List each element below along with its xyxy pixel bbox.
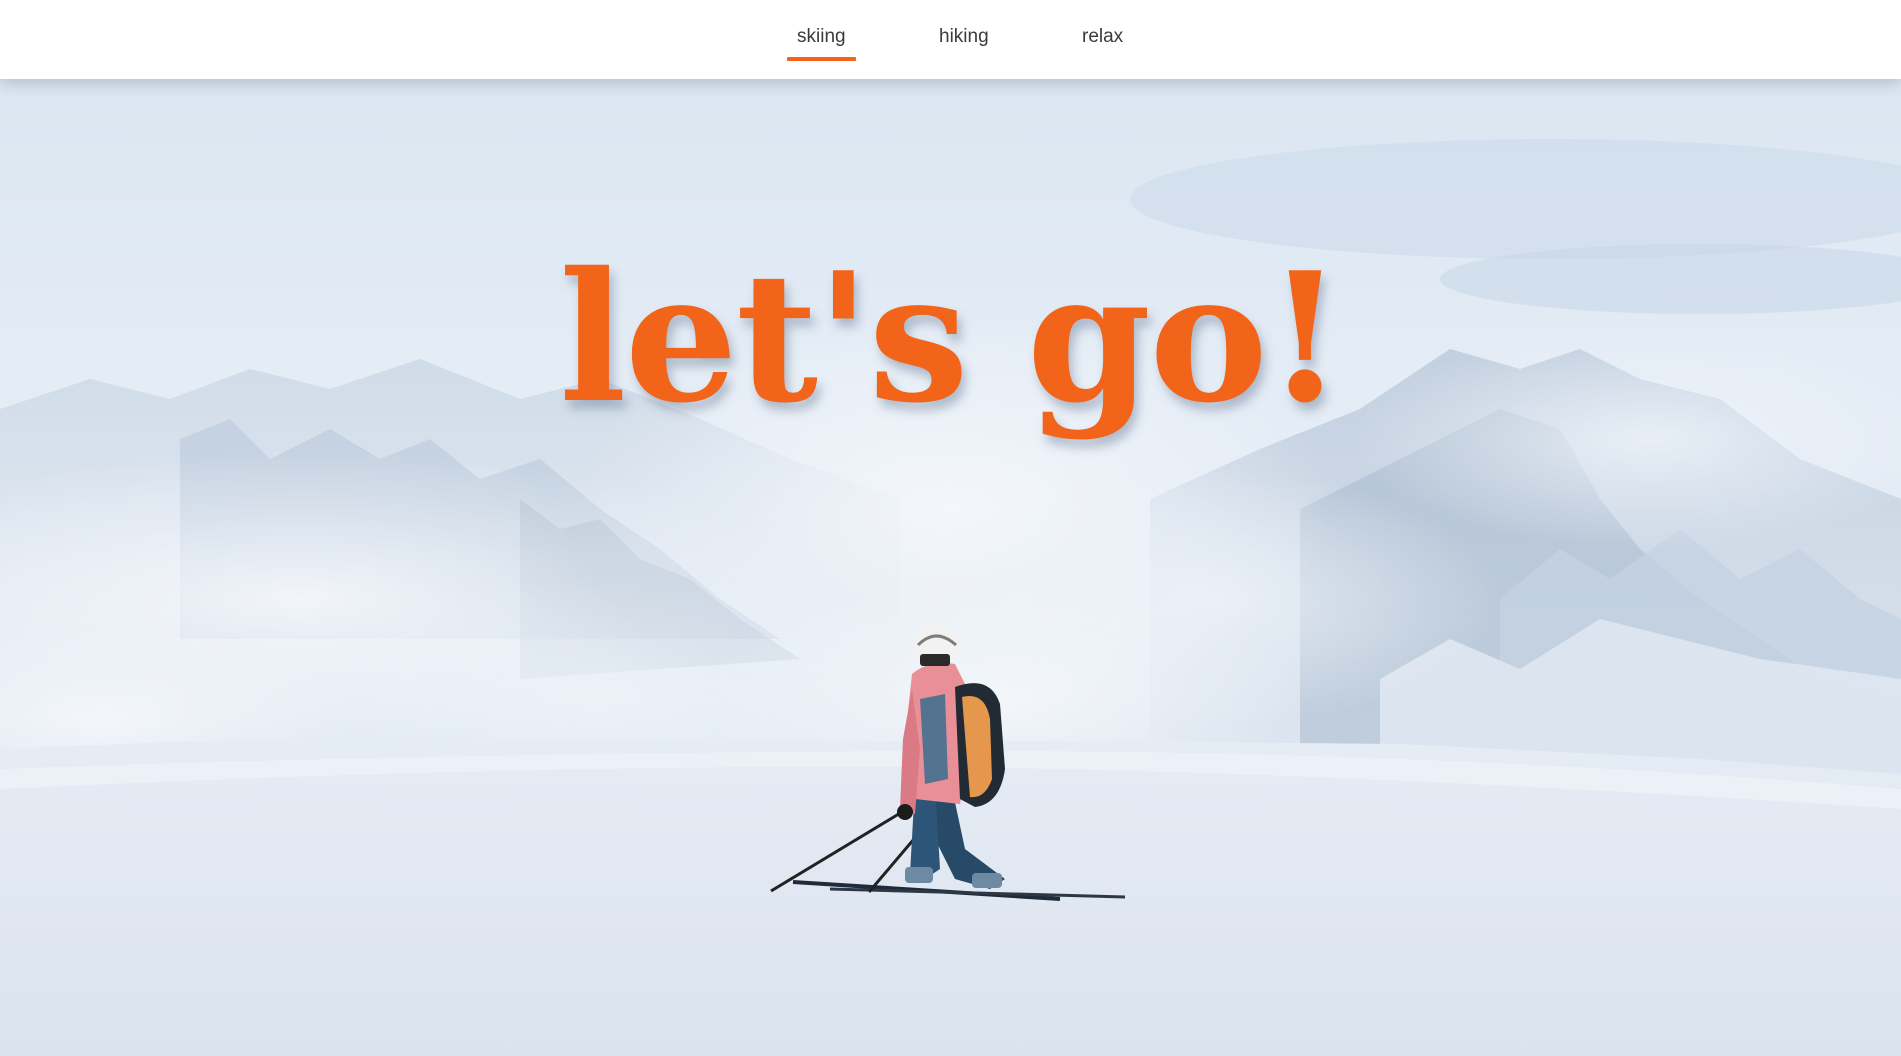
- hero-background-image: [0, 139, 1901, 1056]
- tab-skiing[interactable]: skiing: [787, 24, 856, 61]
- tab-relax[interactable]: relax: [1082, 24, 1123, 50]
- tab-relax-label: relax: [1082, 26, 1124, 47]
- page: skiing hiking relax let's go!: [0, 0, 1901, 1056]
- top-nav: skiing hiking relax: [0, 0, 1901, 79]
- hero-title: let's go!: [558, 233, 1344, 442]
- active-tab-indicator: [787, 57, 856, 61]
- hero-section: let's go!: [0, 79, 1901, 1056]
- tab-skiing-label: skiing: [797, 26, 846, 47]
- tab-hiking[interactable]: hiking: [939, 24, 989, 50]
- tab-hiking-label: hiking: [939, 26, 989, 47]
